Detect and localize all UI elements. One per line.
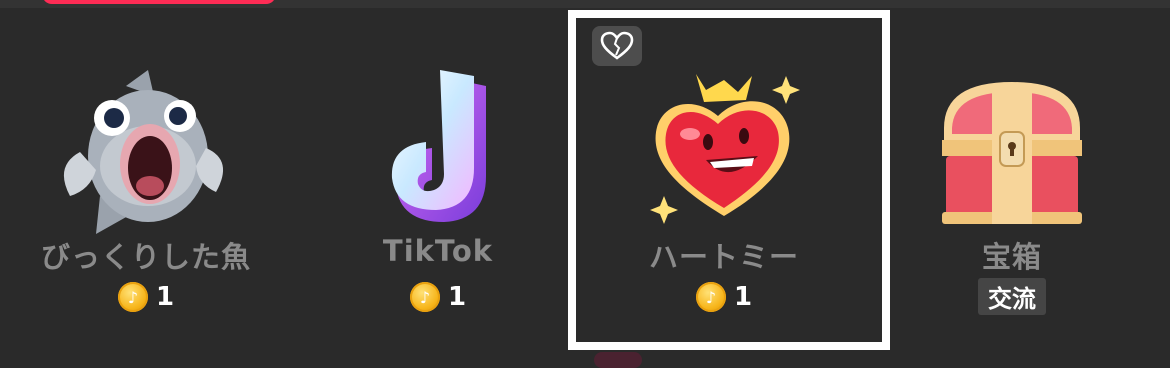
gift-name: TikTok	[382, 234, 494, 268]
gift-item-treasure-chest[interactable]: 宝箱 交流	[866, 20, 1158, 340]
interaction-tag: 交流	[978, 278, 1046, 315]
coin-icon: ♪	[409, 282, 440, 312]
gift-item-surprised-fish[interactable]: びっくりした魚 ♪ 1	[0, 20, 292, 340]
heart-outline-icon[interactable]	[592, 26, 642, 66]
coin-icon: ♪	[117, 282, 148, 312]
price-value: 1	[447, 282, 467, 312]
gift-item-tiktok[interactable]: TikTok ♪ 1	[292, 20, 584, 340]
page-indicator	[594, 352, 642, 368]
treasure-chest-icon	[942, 82, 1082, 224]
gift-name: 宝箱	[981, 240, 1042, 274]
price-value: 1	[155, 282, 175, 312]
gift-name: びっくりした魚	[40, 240, 251, 274]
gift-price: ♪ 1	[292, 282, 584, 312]
tiktok-logo-icon	[391, 70, 486, 222]
surprised-fish-icon	[63, 70, 224, 234]
send-button-edge[interactable]	[42, 0, 276, 4]
gift-price: ♪ 1	[0, 282, 292, 312]
